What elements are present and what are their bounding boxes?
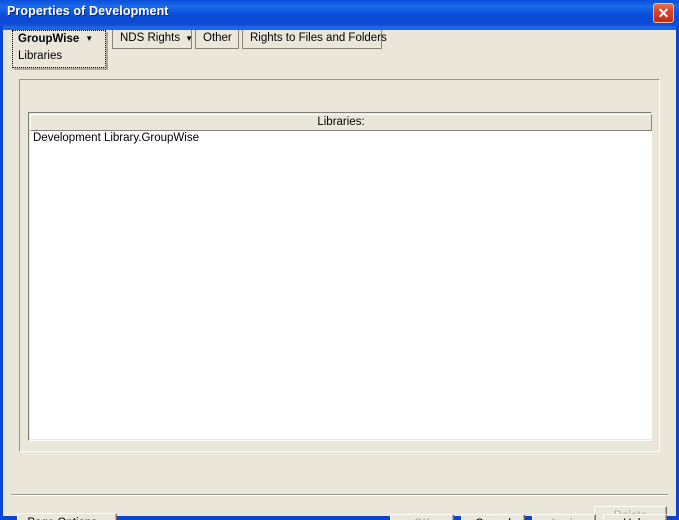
close-icon[interactable]: ✕ xyxy=(653,3,674,23)
libraries-list-body[interactable]: Development Library.GroupWise xyxy=(30,131,652,439)
window-title: Properties of Development xyxy=(7,4,169,18)
tab-rights-label: Rights to Files and Folders xyxy=(250,32,387,44)
chevron-down-icon[interactable]: ▼ xyxy=(185,30,193,47)
ok-button[interactable]: OK xyxy=(390,514,454,520)
dialog-client-area: GroupWise ▼ Libraries NDS Rights ▼ Other R… xyxy=(3,26,676,520)
tab-other-label: Other xyxy=(203,32,232,44)
tab-groupwise-text: GroupWise xyxy=(18,33,80,45)
title-bar: Properties of Development ✕ xyxy=(0,0,679,26)
libraries-listbox[interactable]: Libraries: Development Library.GroupWise xyxy=(28,112,652,441)
tab-groupwise[interactable]: GroupWise ▼ Libraries xyxy=(12,30,106,68)
page-options-button[interactable]: Page Options... xyxy=(17,513,117,520)
tab-groupwise-label: GroupWise ▼ xyxy=(18,33,93,45)
footer-separator xyxy=(11,494,668,496)
apply-button[interactable]: Apply xyxy=(532,514,596,520)
chevron-down-icon[interactable]: ▼ xyxy=(85,34,93,43)
properties-dialog-window: Properties of Development ✕ GroupWise ▼ L… xyxy=(0,0,679,520)
tab-bar: GroupWise ▼ Libraries NDS Rights ▼ Other R… xyxy=(3,30,676,68)
cancel-button[interactable]: Cancel xyxy=(461,514,525,520)
help-button[interactable]: Help xyxy=(603,514,667,520)
libraries-panel: Libraries: Development Library.GroupWise… xyxy=(19,79,667,520)
list-item[interactable]: Development Library.GroupWise xyxy=(30,131,652,146)
close-glyph: ✕ xyxy=(657,5,670,21)
tab-nds-rights-label: NDS Rights xyxy=(120,32,181,44)
tab-nds-rights[interactable]: NDS Rights ▼ xyxy=(112,30,193,49)
tab-groupwise-subpage-libraries[interactable]: Libraries xyxy=(18,50,62,62)
libraries-column-header[interactable]: Libraries: xyxy=(30,114,652,131)
tab-rights-to-files-and-folders[interactable]: Rights to Files and Folders xyxy=(242,30,387,49)
tab-other[interactable]: Other xyxy=(195,30,239,49)
